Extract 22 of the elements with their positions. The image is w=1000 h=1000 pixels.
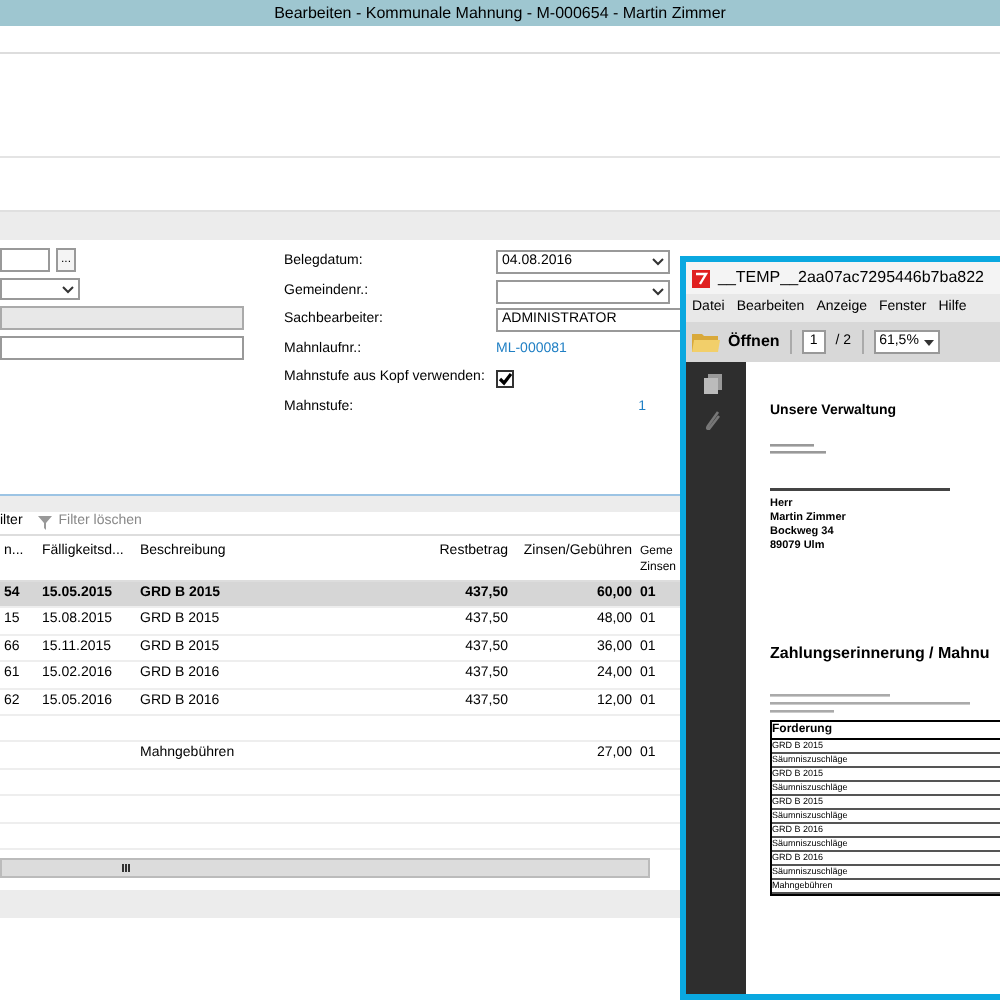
- grip-icon: [122, 863, 130, 872]
- caret-icon: [924, 339, 935, 345]
- dropdown-field[interactable]: [0, 278, 80, 300]
- chevron-down-icon: [62, 285, 74, 293]
- text-field[interactable]: [0, 248, 50, 272]
- chevron-down-icon: [652, 258, 664, 267]
- checkbox[interactable]: [496, 369, 514, 388]
- window-title: __TEMP__2aa07ac7295446b7ba822: [718, 266, 985, 290]
- chevron-down-icon: [652, 287, 664, 296]
- checkmark-icon: [498, 371, 512, 386]
- pdf-app-icon: [692, 269, 710, 287]
- filter-icon: [38, 516, 53, 530]
- window-title: Bearbeiten - Kommunale Mahnung - M-000654 - Martin Zimmer: [274, 1, 726, 25]
- small-print-drawing: [770, 443, 830, 455]
- pages-icon: [703, 374, 721, 394]
- text-field[interactable]: [0, 336, 244, 360]
- open-button[interactable]: Öffnen: [692, 330, 780, 354]
- letter-heading: Zahlungserinnerung / Mahnu: [770, 641, 992, 665]
- horizontal-scrollbar[interactable]: [0, 857, 650, 878]
- folder-icon: [692, 332, 720, 352]
- dropdown-field[interactable]: [496, 279, 670, 304]
- paperclip-icon: [703, 410, 721, 430]
